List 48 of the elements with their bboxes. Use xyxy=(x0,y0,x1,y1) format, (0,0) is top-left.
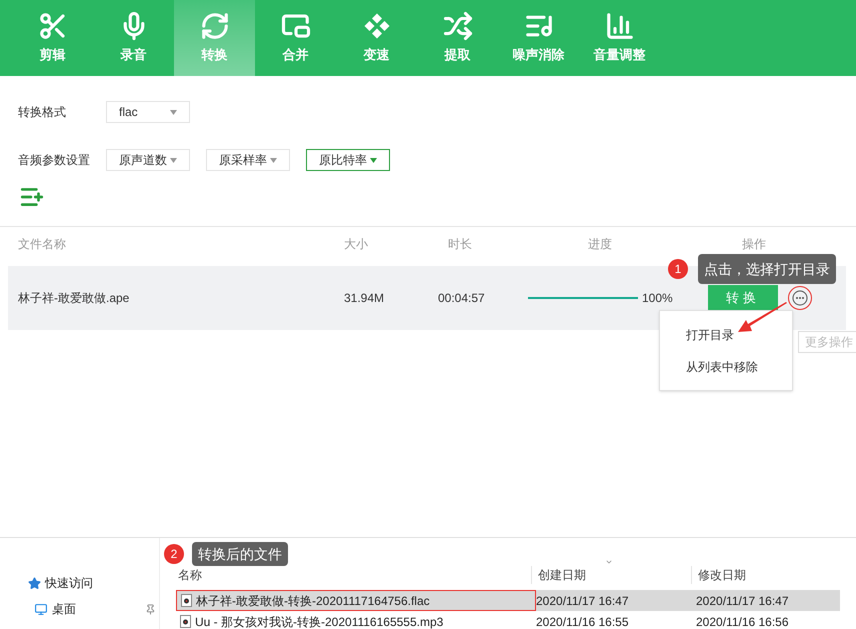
modified-date: 2020/11/17 16:47 xyxy=(696,592,789,610)
file-size: 31.94M xyxy=(344,290,386,307)
field-label: 转换格式 xyxy=(18,104,67,121)
dropdown[interactable]: 原采样率 xyxy=(206,149,290,171)
bar-chart-icon xyxy=(604,11,634,42)
caret-icon xyxy=(170,158,177,162)
file-name: 林子祥-敢爱敢做.ape xyxy=(18,290,130,307)
column-header: 进度 xyxy=(588,236,613,252)
progress-percent: 100% xyxy=(642,290,674,307)
nav-item[interactable]: 快速访问 xyxy=(45,574,93,592)
created-date: 2020/11/16 16:55 xyxy=(536,614,630,629)
dropdown[interactable]: flac xyxy=(106,101,190,123)
file-name: 林子祥-敢爱敢做-转换-20201117164756.flac xyxy=(196,592,430,610)
step-number: 1 xyxy=(668,259,688,279)
created-date: 2020/11/17 16:47 xyxy=(536,592,630,610)
menu-item[interactable]: 从列表中移除 xyxy=(686,358,792,376)
caret-icon xyxy=(370,158,377,162)
dropdown[interactable]: 原声道数 xyxy=(106,149,190,171)
callout: 转换后的文件 xyxy=(192,542,288,566)
sort-icon xyxy=(604,558,614,566)
ellipsis-icon xyxy=(792,290,808,306)
column-header: 名称 xyxy=(177,567,203,584)
column-header: 大小 xyxy=(344,236,369,252)
column-header: 修改日期 xyxy=(691,566,831,584)
scissors-icon xyxy=(38,11,68,42)
column-header: 时长 xyxy=(448,236,473,252)
dropdown[interactable]: 原比特率 xyxy=(306,149,390,171)
file-list-row[interactable]: 林子祥-敢爱敢做-转换-20201117164756.flac 2020/11/17 16:47 2020/11/17 16:47 xyxy=(176,590,840,611)
field-label: 音频参数设置 xyxy=(18,152,90,169)
file-name: Uu - 那女孩对我说-转换-20201116165555.mp3 xyxy=(195,614,444,629)
modified-date: 2020/11/16 16:56 xyxy=(696,614,789,629)
more-button[interactable] xyxy=(788,286,812,310)
caret-icon xyxy=(170,110,177,114)
caret-icon xyxy=(270,158,277,162)
file-duration: 00:04:57 xyxy=(438,290,486,307)
column-header: 文件名称 xyxy=(18,236,67,252)
shuffle-icon xyxy=(442,11,472,42)
file-list-row[interactable]: Uu - 那女孩对我说-转换-20201116165555.mp3 2020/11/16 16:55 2020/11/16 16:56 xyxy=(176,611,840,629)
audio-file-icon xyxy=(181,594,192,607)
desktop-icon xyxy=(34,602,48,616)
column-header: 操作 xyxy=(742,236,766,252)
tooltip: 更多操作 xyxy=(798,331,856,353)
column-header: 创建日期 xyxy=(531,566,691,584)
refresh-icon xyxy=(200,11,230,42)
pin-icon xyxy=(145,604,156,614)
nav-item[interactable]: 桌面 xyxy=(52,600,141,618)
callout: 点击，选择打开目录 xyxy=(698,254,836,284)
star-icon xyxy=(28,576,41,590)
